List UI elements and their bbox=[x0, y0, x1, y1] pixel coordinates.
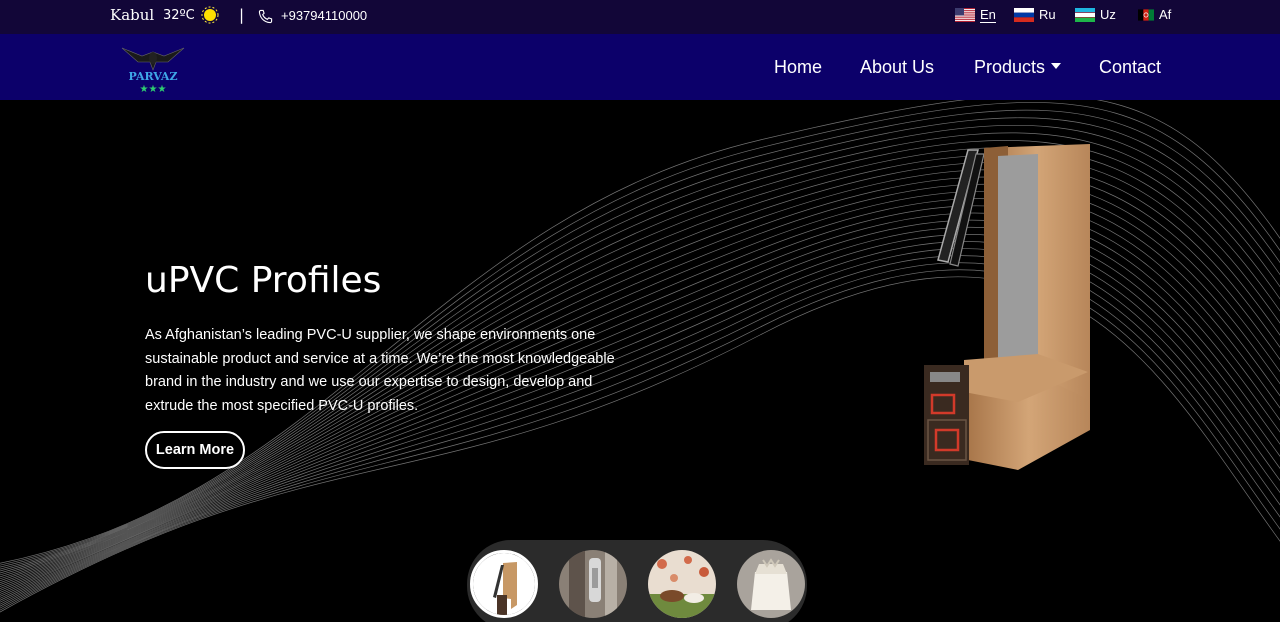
sack-bag-thumbnail bbox=[737, 550, 805, 618]
language-ru[interactable]: Ru bbox=[1014, 7, 1056, 22]
uzbekistan-flag-icon bbox=[1075, 7, 1095, 22]
language-uz[interactable]: Uz bbox=[1075, 7, 1116, 22]
product-thumbnail-bar bbox=[467, 540, 807, 622]
window-hardware-thumbnail bbox=[559, 550, 627, 618]
phone-number[interactable]: +93794110000 bbox=[281, 8, 367, 23]
nav-contact[interactable]: Contact bbox=[1099, 57, 1161, 78]
learn-more-button[interactable]: Learn More bbox=[145, 431, 245, 469]
nav-products[interactable]: Products bbox=[974, 57, 1062, 78]
nav-about-us[interactable]: About Us bbox=[860, 57, 934, 78]
hero-title: uPVC Profiles bbox=[145, 260, 382, 301]
upvc-window-profile-image bbox=[924, 144, 1090, 470]
svg-text:★★★: ★★★ bbox=[140, 84, 167, 95]
language-label: En bbox=[980, 7, 996, 23]
temperature: 32ºC bbox=[163, 8, 195, 23]
language-label: Uz bbox=[1100, 7, 1116, 22]
hero-description: As Afghanistan’s leading PVC-U supplier,… bbox=[145, 327, 615, 414]
thumbnail-window-hardware[interactable] bbox=[559, 550, 627, 618]
main-navbar: PARVAZ ★★★ Home About Us Products Contac… bbox=[0, 34, 1280, 100]
hero-banner: uPVC Profiles As Afghanistan’s leading P… bbox=[0, 100, 1280, 622]
nav-home[interactable]: Home bbox=[774, 57, 822, 78]
language-af[interactable]: Af bbox=[1138, 7, 1171, 22]
us-flag-icon bbox=[955, 8, 975, 22]
thumbnail-upvc-profile[interactable] bbox=[470, 550, 538, 618]
parvaz-logo[interactable]: PARVAZ ★★★ bbox=[118, 40, 188, 96]
language-label: Ru bbox=[1039, 7, 1056, 22]
top-bar: Kabul 32ºC | +93794110000 En Ru Uz Af bbox=[0, 0, 1280, 34]
russia-flag-icon bbox=[1014, 7, 1034, 22]
language-en[interactable]: En bbox=[955, 7, 996, 23]
thumbnail-cattle-field[interactable] bbox=[648, 550, 716, 618]
separator: | bbox=[239, 6, 245, 24]
language-label: Af bbox=[1159, 7, 1172, 22]
cattle-field-thumbnail bbox=[648, 550, 716, 618]
thumbnail-sack-bag[interactable] bbox=[737, 550, 805, 618]
caret-down-icon bbox=[1051, 63, 1062, 70]
sun-icon bbox=[201, 6, 219, 24]
nav-products-label: Products bbox=[974, 57, 1046, 77]
phone-icon bbox=[258, 9, 273, 24]
afghanistan-flag-icon bbox=[1138, 8, 1154, 21]
upvc-profile-thumbnail bbox=[473, 553, 535, 615]
city-name: Kabul bbox=[110, 6, 155, 24]
logo-text: PARVAZ bbox=[128, 70, 177, 83]
